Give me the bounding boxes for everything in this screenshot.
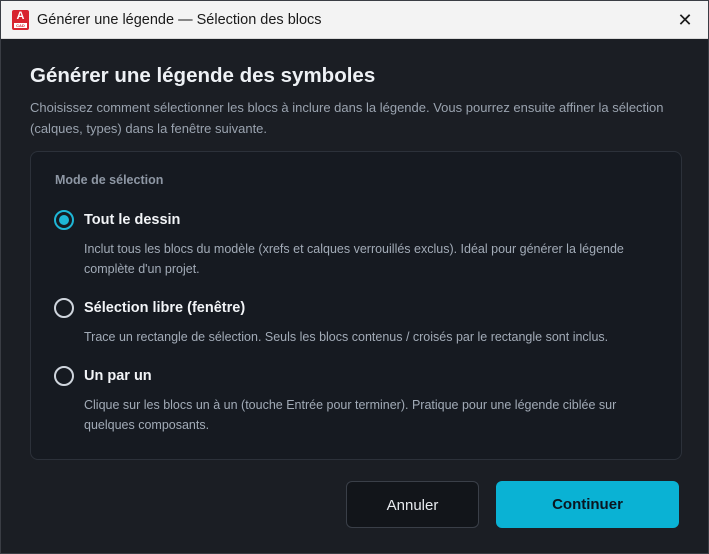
option-description: Inclut tous les blocs du modèle (xrefs e…: [84, 242, 624, 276]
close-icon: ✕: [677, 10, 693, 30]
intro-text: Choisissez comment sélectionner les bloc…: [30, 100, 664, 136]
autocad-app-icon: A CAD: [12, 10, 29, 30]
option-description: Clique sur les blocs un à un (touche Ent…: [84, 398, 617, 432]
radio-whole-drawing[interactable]: [54, 210, 74, 230]
close-button[interactable]: ✕: [670, 6, 700, 34]
continue-button[interactable]: Continuer: [496, 481, 679, 528]
radio-window-selection[interactable]: [54, 298, 74, 318]
radio-one-by-one[interactable]: [54, 366, 74, 386]
option-title: Un par un: [84, 368, 152, 384]
window-title: Générer une légende — Sélection des bloc…: [37, 12, 322, 28]
title-bar: A CAD Générer une légende — Sélection de…: [1, 1, 708, 39]
option-title: Sélection libre (fenêtre): [84, 300, 246, 316]
dialog-window: A CAD Générer une légende — Sélection de…: [0, 0, 709, 554]
app-icon-letter: A: [16, 10, 25, 22]
selection-mode-panel: Mode de sélection Tout le dessin Inclut …: [30, 151, 682, 460]
option-title: Tout le dessin: [84, 212, 181, 228]
selection-mode-label: Mode de sélection: [55, 173, 164, 187]
option-description: Trace un rectangle de sélection. Seuls l…: [84, 330, 609, 344]
cancel-button[interactable]: Annuler: [346, 481, 479, 528]
page-title: Générer une légende des symboles: [30, 64, 376, 87]
app-icon-badge: CAD: [14, 23, 27, 28]
